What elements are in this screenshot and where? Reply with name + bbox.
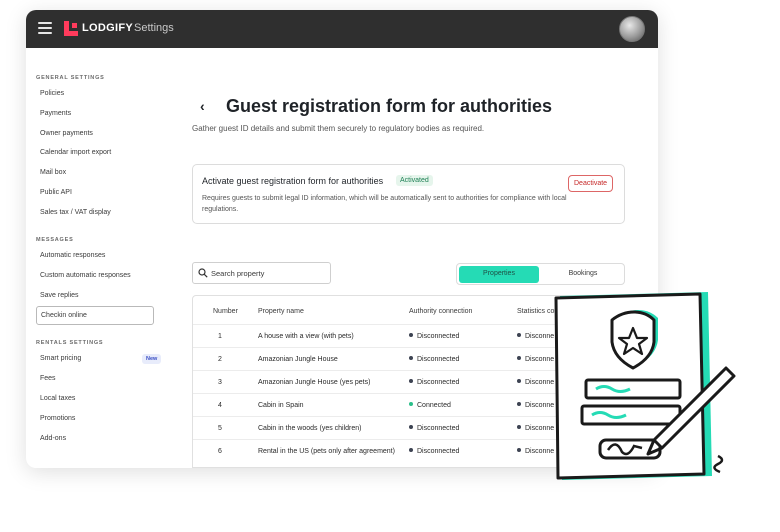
search-input[interactable]: Search property <box>192 262 331 284</box>
topbar-title: Settings <box>134 22 174 34</box>
sidebar-item-calendar-import-export[interactable]: Calendar import export <box>40 149 111 156</box>
authority-status-text: Disconnected <box>417 333 460 340</box>
status-dot-icon <box>409 379 413 383</box>
authority-status: Disconnected <box>409 356 459 363</box>
authority-status-text: Connected <box>417 402 451 409</box>
card-description: Requires guests to submit legal ID infor… <box>202 195 567 213</box>
sidebar-item-payments[interactable]: Payments <box>40 110 71 117</box>
authority-status-text: Disconnected <box>417 356 460 363</box>
sidebar-item-fees[interactable]: Fees <box>40 375 56 382</box>
authority-status: Disconnected <box>409 379 459 386</box>
sidebar-heading-general: GENERAL SETTINGS <box>36 75 105 81</box>
sidebar-item-custom-automatic-responses[interactable]: Custom automatic responses <box>40 272 131 279</box>
status-dot-icon <box>517 379 521 383</box>
top-bar: LODGIFY Settings <box>26 10 658 48</box>
authority-status: Disconnected <box>409 448 459 455</box>
status-dot-icon <box>409 402 413 406</box>
page-subtitle: Gather guest ID details and submit them … <box>192 124 485 133</box>
avatar[interactable] <box>619 16 645 42</box>
sidebar-item-promotions[interactable]: Promotions <box>40 415 75 422</box>
tab-properties[interactable]: Properties <box>459 266 539 283</box>
status-dot-icon <box>409 333 413 337</box>
row-property-name: Rental in the US (pets only after agreem… <box>258 448 395 455</box>
status-dot-icon <box>409 425 413 429</box>
sidebar-item-save-replies[interactable]: Save replies <box>40 292 79 299</box>
row-property-name: Amazonian Jungle House (yes pets) <box>258 379 371 386</box>
sidebar-heading-rentals: RENTALS SETTINGS <box>36 340 104 346</box>
search-placeholder: Search property <box>211 269 265 278</box>
sidebar: GENERAL SETTINGS Policies Payments Owner… <box>26 48 166 468</box>
card-title: Activate guest registration form for aut… <box>202 176 384 186</box>
sidebar-item-label: Smart pricing <box>40 355 82 362</box>
sidebar-item-public-api[interactable]: Public API <box>40 189 72 196</box>
row-number: 6 <box>218 448 222 455</box>
page-title: Guest registration form for authorities <box>226 96 553 116</box>
tab-bookings[interactable]: Bookings <box>543 266 623 283</box>
row-number: 4 <box>218 402 222 409</box>
column-header-authority: Authority connection <box>409 308 473 315</box>
lodgify-logo-icon <box>64 21 78 36</box>
row-property-name: Cabin in Spain <box>258 402 304 409</box>
row-number: 2 <box>218 356 222 363</box>
search-icon <box>198 268 208 278</box>
status-dot-icon <box>517 356 521 360</box>
sidebar-item-policies[interactable]: Policies <box>40 90 64 97</box>
status-dot-icon <box>517 448 521 452</box>
status-dot-icon <box>409 356 413 360</box>
column-header-number: Number <box>213 308 238 315</box>
activation-card: Activate guest registration form for aut… <box>192 164 625 224</box>
statistics-status: Disconne <box>517 425 554 432</box>
authority-status-text: Disconnected <box>417 448 460 455</box>
status-badge: Activated <box>396 175 433 186</box>
authority-status: Disconnected <box>409 333 459 340</box>
row-property-name: Cabin in the woods (yes children) <box>258 425 362 432</box>
row-number: 1 <box>218 333 222 340</box>
brand-name: LODGIFY <box>82 22 133 34</box>
status-dot-icon <box>409 448 413 452</box>
column-header-property-name: Property name <box>258 308 304 315</box>
row-number: 3 <box>218 379 222 386</box>
statistics-status: Disconne <box>517 448 554 455</box>
sidebar-item-local-taxes[interactable]: Local taxes <box>40 395 75 402</box>
authority-status: Disconnected <box>409 425 459 432</box>
deactivate-button[interactable]: Deactivate <box>568 175 614 192</box>
sidebar-item-smart-pricing[interactable]: Smart pricing New <box>40 354 166 364</box>
authority-status: Connected <box>409 402 451 409</box>
statistics-status: Disconne <box>517 379 554 386</box>
sidebar-item-automatic-responses[interactable]: Automatic responses <box>40 252 105 259</box>
statistics-status: Disconne <box>517 402 554 409</box>
statistics-status: Disconne <box>517 356 554 363</box>
row-number: 5 <box>218 425 222 432</box>
row-property-name: A house with a view (with pets) <box>258 333 354 340</box>
sidebar-item-mail-box[interactable]: Mail box <box>40 169 66 176</box>
sidebar-item-sales-tax[interactable]: Sales tax / VAT display <box>40 209 111 216</box>
status-dot-icon <box>517 402 521 406</box>
status-dot-icon <box>517 333 521 337</box>
row-property-name: Amazonian Jungle House <box>258 356 338 363</box>
authority-status-text: Disconnected <box>417 425 460 432</box>
sidebar-item-owner-payments[interactable]: Owner payments <box>40 130 93 137</box>
sidebar-item-checkin-online[interactable]: Checkin online <box>36 306 154 325</box>
view-toggle: Properties Bookings <box>456 263 625 285</box>
police-form-illustration <box>554 292 736 480</box>
authority-status-text: Disconnected <box>417 379 460 386</box>
status-dot-icon <box>517 425 521 429</box>
new-badge: New <box>142 354 162 364</box>
menu-icon[interactable] <box>38 22 52 34</box>
sidebar-item-add-ons[interactable]: Add-ons <box>40 435 66 442</box>
back-chevron-icon[interactable]: ‹ <box>200 98 205 114</box>
sidebar-heading-messages: MESSAGES <box>36 237 74 243</box>
statistics-status: Disconne <box>517 333 554 340</box>
